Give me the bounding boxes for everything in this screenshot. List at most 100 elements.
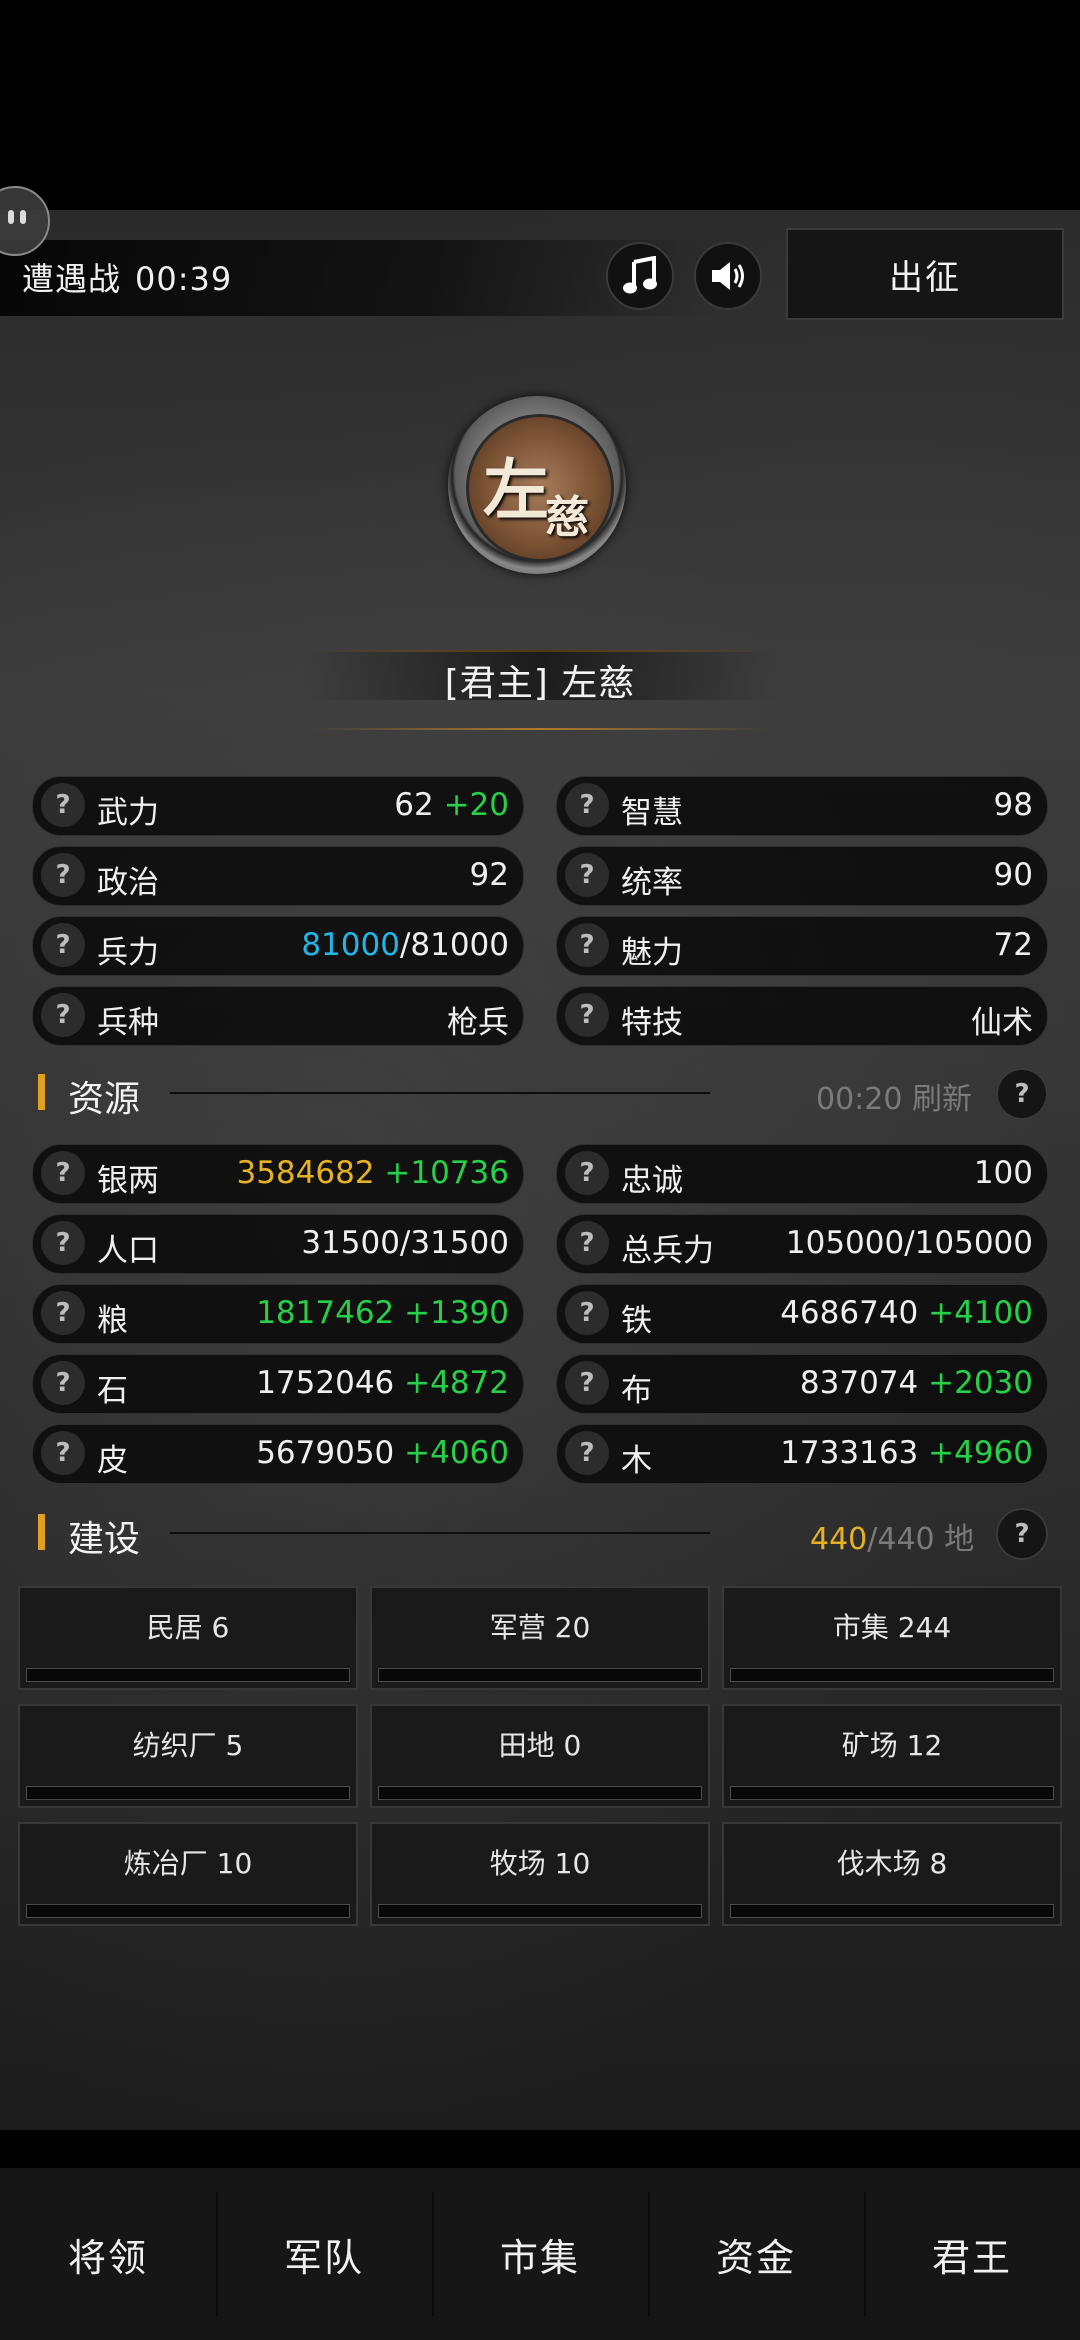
help-icon[interactable]: ? xyxy=(41,1151,85,1195)
building-progress-bar xyxy=(378,1668,702,1682)
section-accent xyxy=(38,1074,45,1110)
stat-label: 兵种 xyxy=(97,1005,159,1041)
battle-label: 遭遇战 xyxy=(22,260,122,298)
help-icon[interactable]: ? xyxy=(565,1151,609,1195)
stat-value: 72 xyxy=(993,927,1033,963)
resource-value: 1817462 +1390 xyxy=(256,1295,509,1331)
resource-silver: ? 银两 3584682 +10736 xyxy=(32,1144,524,1204)
help-icon[interactable]: ? xyxy=(565,993,609,1037)
music-button[interactable] xyxy=(606,242,674,310)
stat-command: ? 统率 90 xyxy=(556,846,1048,906)
help-icon[interactable]: ? xyxy=(565,783,609,827)
help-icon[interactable]: ? xyxy=(565,1221,609,1265)
building-label: 牧场 10 xyxy=(489,1847,591,1880)
help-icon[interactable]: ? xyxy=(41,1221,85,1265)
building-houses[interactable]: 民居 6 xyxy=(18,1586,358,1690)
resource-label: 木 xyxy=(621,1443,652,1479)
help-icon[interactable]: ? xyxy=(565,923,609,967)
resource-label: 布 xyxy=(621,1373,652,1409)
resource-label: 总兵力 xyxy=(621,1233,714,1269)
stat-label: 魅力 xyxy=(621,935,683,971)
help-icon[interactable]: ? xyxy=(41,923,85,967)
resource-value: 1752046 +4872 xyxy=(256,1365,509,1401)
help-icon[interactable]: ? xyxy=(565,853,609,897)
building-label: 市集 244 xyxy=(832,1611,952,1644)
bottom-nav: 将领 军队 市集 资金 君王 xyxy=(0,2168,1080,2340)
speaker-icon xyxy=(712,262,744,290)
resource-label: 皮 xyxy=(97,1443,128,1479)
building-label: 伐木场 8 xyxy=(836,1847,948,1880)
help-icon[interactable]: ? xyxy=(41,1291,85,1335)
building-label: 炼冶厂 10 xyxy=(123,1847,253,1880)
building-textile-mill[interactable]: 纺织厂 5 xyxy=(18,1704,358,1808)
building-mine[interactable]: 矿场 12 xyxy=(722,1704,1062,1808)
land-usage: 440/440 地 xyxy=(810,1522,975,1557)
build-help-icon[interactable]: ? xyxy=(996,1508,1048,1560)
resource-stone: ? 石 1752046 +4872 xyxy=(32,1354,524,1414)
building-label: 纺织厂 5 xyxy=(132,1729,244,1762)
stat-value: 98 xyxy=(993,787,1033,823)
help-icon[interactable]: ? xyxy=(41,993,85,1037)
resource-wood: ? 木 1733163 +4960 xyxy=(556,1424,1048,1484)
help-icon[interactable]: ? xyxy=(41,783,85,827)
help-icon[interactable]: ? xyxy=(41,1361,85,1405)
help-icon[interactable]: ? xyxy=(41,1431,85,1475)
resource-value: 1733163 +4960 xyxy=(780,1435,1033,1471)
section-accent xyxy=(38,1514,45,1550)
building-label: 矿场 12 xyxy=(841,1729,943,1762)
resource-value: 3584682 +10736 xyxy=(236,1155,509,1191)
building-label: 军营 20 xyxy=(489,1611,591,1644)
building-progress-bar xyxy=(26,1668,350,1682)
building-progress-bar xyxy=(730,1786,1054,1800)
help-icon[interactable]: ? xyxy=(565,1431,609,1475)
emblem-char-1: 左 xyxy=(483,451,549,529)
resource-leather: ? 皮 5679050 +4060 xyxy=(32,1424,524,1484)
building-lumber-yard[interactable]: 伐木场 8 xyxy=(722,1822,1062,1926)
stat-value: 枪兵 xyxy=(447,1005,509,1041)
resource-grain: ? 粮 1817462 +1390 xyxy=(32,1284,524,1344)
stat-skill: ? 特技 仙术 xyxy=(556,986,1048,1046)
help-icon[interactable]: ? xyxy=(565,1291,609,1335)
stat-politics: ? 政治 92 xyxy=(32,846,524,906)
stat-wisdom: ? 智慧 98 xyxy=(556,776,1048,836)
stat-value: 仙术 xyxy=(971,1005,1033,1041)
resource-label: 忠诚 xyxy=(621,1163,683,1199)
stat-value: 62 +20 xyxy=(394,787,509,823)
building-farmland[interactable]: 田地 0 xyxy=(370,1704,710,1808)
building-progress-bar xyxy=(26,1904,350,1918)
stat-charm: ? 魅力 72 xyxy=(556,916,1048,976)
building-progress-bar xyxy=(26,1786,350,1800)
section-divider xyxy=(170,1532,710,1534)
resource-label: 石 xyxy=(97,1373,128,1409)
building-barracks[interactable]: 军营 20 xyxy=(370,1586,710,1690)
help-icon[interactable]: ? xyxy=(565,1361,609,1405)
resource-label: 铁 xyxy=(621,1303,652,1339)
battle-status: 遭遇战 00:39 xyxy=(22,254,232,300)
building-label: 田地 0 xyxy=(498,1729,582,1762)
building-market[interactable]: 市集 244 xyxy=(722,1586,1062,1690)
resource-label: 银两 xyxy=(97,1163,159,1199)
nav-army[interactable]: 军队 xyxy=(216,2168,432,2340)
resource-loyalty: ? 忠诚 100 xyxy=(556,1144,1048,1204)
nav-funds[interactable]: 资金 xyxy=(648,2168,864,2340)
building-pasture[interactable]: 牧场 10 xyxy=(370,1822,710,1926)
building-label: 民居 6 xyxy=(146,1611,230,1644)
sound-button[interactable] xyxy=(694,242,762,310)
help-icon[interactable]: ? xyxy=(41,853,85,897)
nav-king[interactable]: 君王 xyxy=(864,2168,1080,2340)
stat-strength: ? 武力 62 +20 xyxy=(32,776,524,836)
lord-title: [君主] 左慈 xyxy=(444,663,636,704)
resource-total-troops: ? 总兵力 105000/105000 xyxy=(556,1214,1048,1274)
emblem-seal: 左 慈 xyxy=(466,414,614,562)
resource-value: 105000/105000 xyxy=(785,1225,1033,1261)
nav-generals[interactable]: 将领 xyxy=(0,2168,216,2340)
building-progress-bar xyxy=(378,1786,702,1800)
building-smelter[interactable]: 炼冶厂 10 xyxy=(18,1822,358,1926)
section-divider xyxy=(170,1092,710,1094)
resource-value: 5679050 +4060 xyxy=(256,1435,509,1471)
resources-help-icon[interactable]: ? xyxy=(996,1068,1048,1120)
nav-market[interactable]: 市集 xyxy=(432,2168,648,2340)
resource-value: 31500/31500 xyxy=(301,1225,509,1261)
stat-label: 特技 xyxy=(621,1005,683,1041)
march-button[interactable]: 出征 xyxy=(786,228,1064,320)
